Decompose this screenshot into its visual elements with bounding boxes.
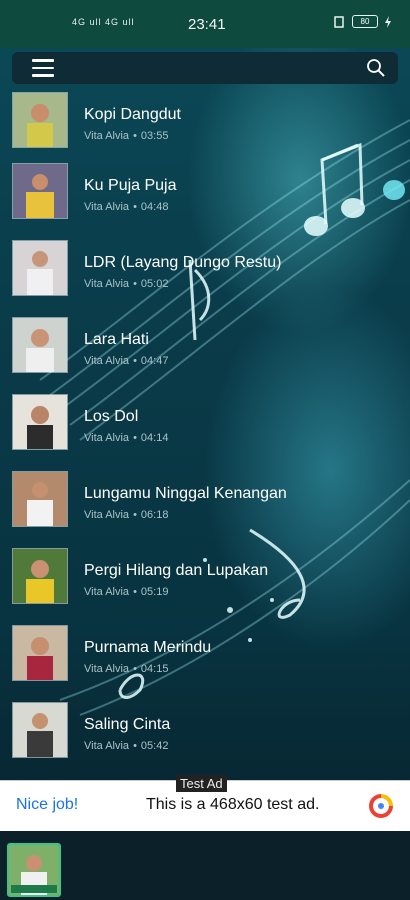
ad-nice-job-text[interactable]: Nice job! (16, 796, 78, 814)
song-title: Los Dol (84, 408, 139, 425)
song-thumbnail (12, 471, 68, 527)
song-meta: Vita Alvia • 05:19 (84, 586, 168, 598)
song-meta: Vita Alvia • 05:42 (84, 740, 168, 752)
vibrate-icon (334, 15, 344, 28)
song-list-item[interactable]: Pergi Hilang dan Lupakan Vita Alvia • 05:1… (0, 548, 410, 625)
song-thumbnail (12, 548, 68, 604)
song-meta: Vita Alvia • 04:14 (84, 432, 168, 444)
song-list-item[interactable]: Kopi Dangdut Vita Alvia • 03:55 (0, 92, 410, 169)
song-title: Lungamu Ninggal Kenangan (84, 485, 287, 502)
status-bar: 4G ull 4G ull 23:41 80 (0, 0, 410, 48)
hamburger-menu-icon[interactable] (32, 59, 54, 77)
now-playing-thumbnail[interactable] (7, 843, 61, 897)
song-list-item[interactable]: Ku Puja Puja Vita Alvia • 04:48 (0, 163, 410, 240)
song-title: Lara Hati (84, 331, 149, 348)
meta-separator: • (133, 432, 137, 444)
song-thumbnail (12, 317, 68, 373)
song-artist: Vita Alvia (84, 130, 130, 142)
song-duration: 06:18 (140, 509, 169, 521)
song-meta: Vita Alvia • 06:18 (84, 509, 168, 521)
battery-icon: 80 (352, 15, 378, 28)
song-thumbnail (12, 702, 68, 758)
song-list-item[interactable]: Lungamu Ninggal Kenangan Vita Alvia • 06:1… (0, 471, 410, 548)
song-list-item[interactable]: Lara Hati Vita Alvia • 04:47 (0, 317, 410, 394)
song-title: Pergi Hilang dan Lupakan (84, 562, 269, 579)
meta-separator: • (133, 663, 137, 675)
song-list-item[interactable]: Purnama Merindu Vita Alvia • 04:15 (0, 625, 410, 702)
song-thumbnail (12, 163, 68, 219)
song-meta: Vita Alvia • 03:55 (84, 130, 168, 142)
song-artist: Vita Alvia (84, 355, 130, 367)
meta-separator: • (133, 355, 137, 367)
status-time: 23:41 (188, 16, 226, 33)
meta-separator: • (133, 130, 137, 142)
song-artist: Vita Alvia (84, 432, 130, 444)
song-meta: Vita Alvia • 04:47 (84, 355, 168, 367)
meta-separator: • (133, 278, 137, 290)
status-right-icons: 80 (332, 15, 392, 28)
song-thumbnail (12, 240, 68, 296)
ad-description[interactable]: This is a 468x60 test ad. (146, 796, 319, 814)
song-duration: 04:47 (140, 355, 169, 367)
test-ad-label: Test Ad (176, 775, 227, 792)
song-artist: Vita Alvia (84, 509, 130, 521)
song-list: Kopi Dangdut Vita Alvia • 03:55 Ku Puja Pu… (0, 86, 410, 776)
song-duration: 05:19 (140, 586, 169, 598)
song-meta: Vita Alvia • 05:02 (84, 278, 168, 290)
now-playing-bar (0, 831, 410, 900)
song-artist: Vita Alvia (84, 663, 130, 675)
song-duration: 05:42 (140, 740, 169, 752)
song-list-item[interactable]: LDR (Layang Dungo Restu) Vita Alvia • 05:0… (0, 240, 410, 317)
song-title: Saling Cinta (84, 716, 171, 733)
song-artist: Vita Alvia (84, 586, 130, 598)
song-title: Kopi Dangdut (84, 106, 181, 123)
top-app-bar (12, 52, 398, 84)
song-title: Ku Puja Puja (84, 177, 177, 194)
meta-separator: • (133, 586, 137, 598)
song-duration: 03:55 (140, 130, 169, 142)
song-artist: Vita Alvia (84, 740, 130, 752)
song-thumbnail (12, 625, 68, 681)
song-duration: 04:14 (140, 432, 169, 444)
charging-icon (385, 15, 391, 28)
song-list-item[interactable]: Los Dol Vita Alvia • 04:14 (0, 394, 410, 471)
song-meta: Vita Alvia • 04:48 (84, 201, 168, 213)
song-title: Purnama Merindu (84, 639, 212, 656)
song-duration: 04:48 (140, 201, 169, 213)
song-artist: Vita Alvia (84, 201, 130, 213)
search-icon[interactable] (366, 58, 386, 78)
song-duration: 04:15 (140, 663, 169, 675)
song-duration: 05:02 (140, 278, 169, 290)
song-artist: Vita Alvia (84, 278, 130, 290)
song-meta: Vita Alvia • 04:15 (84, 663, 168, 675)
meta-separator: • (133, 201, 137, 213)
song-title: LDR (Layang Dungo Restu) (84, 254, 282, 271)
song-thumbnail (12, 92, 68, 148)
network-indicator: 4G ull 4G ull (72, 17, 135, 27)
meta-separator: • (133, 509, 137, 521)
song-thumbnail (12, 394, 68, 450)
admob-logo-icon[interactable] (368, 793, 394, 819)
meta-separator: • (133, 740, 137, 752)
song-list-item[interactable]: Saling Cinta Vita Alvia • 05:42 (0, 702, 410, 776)
